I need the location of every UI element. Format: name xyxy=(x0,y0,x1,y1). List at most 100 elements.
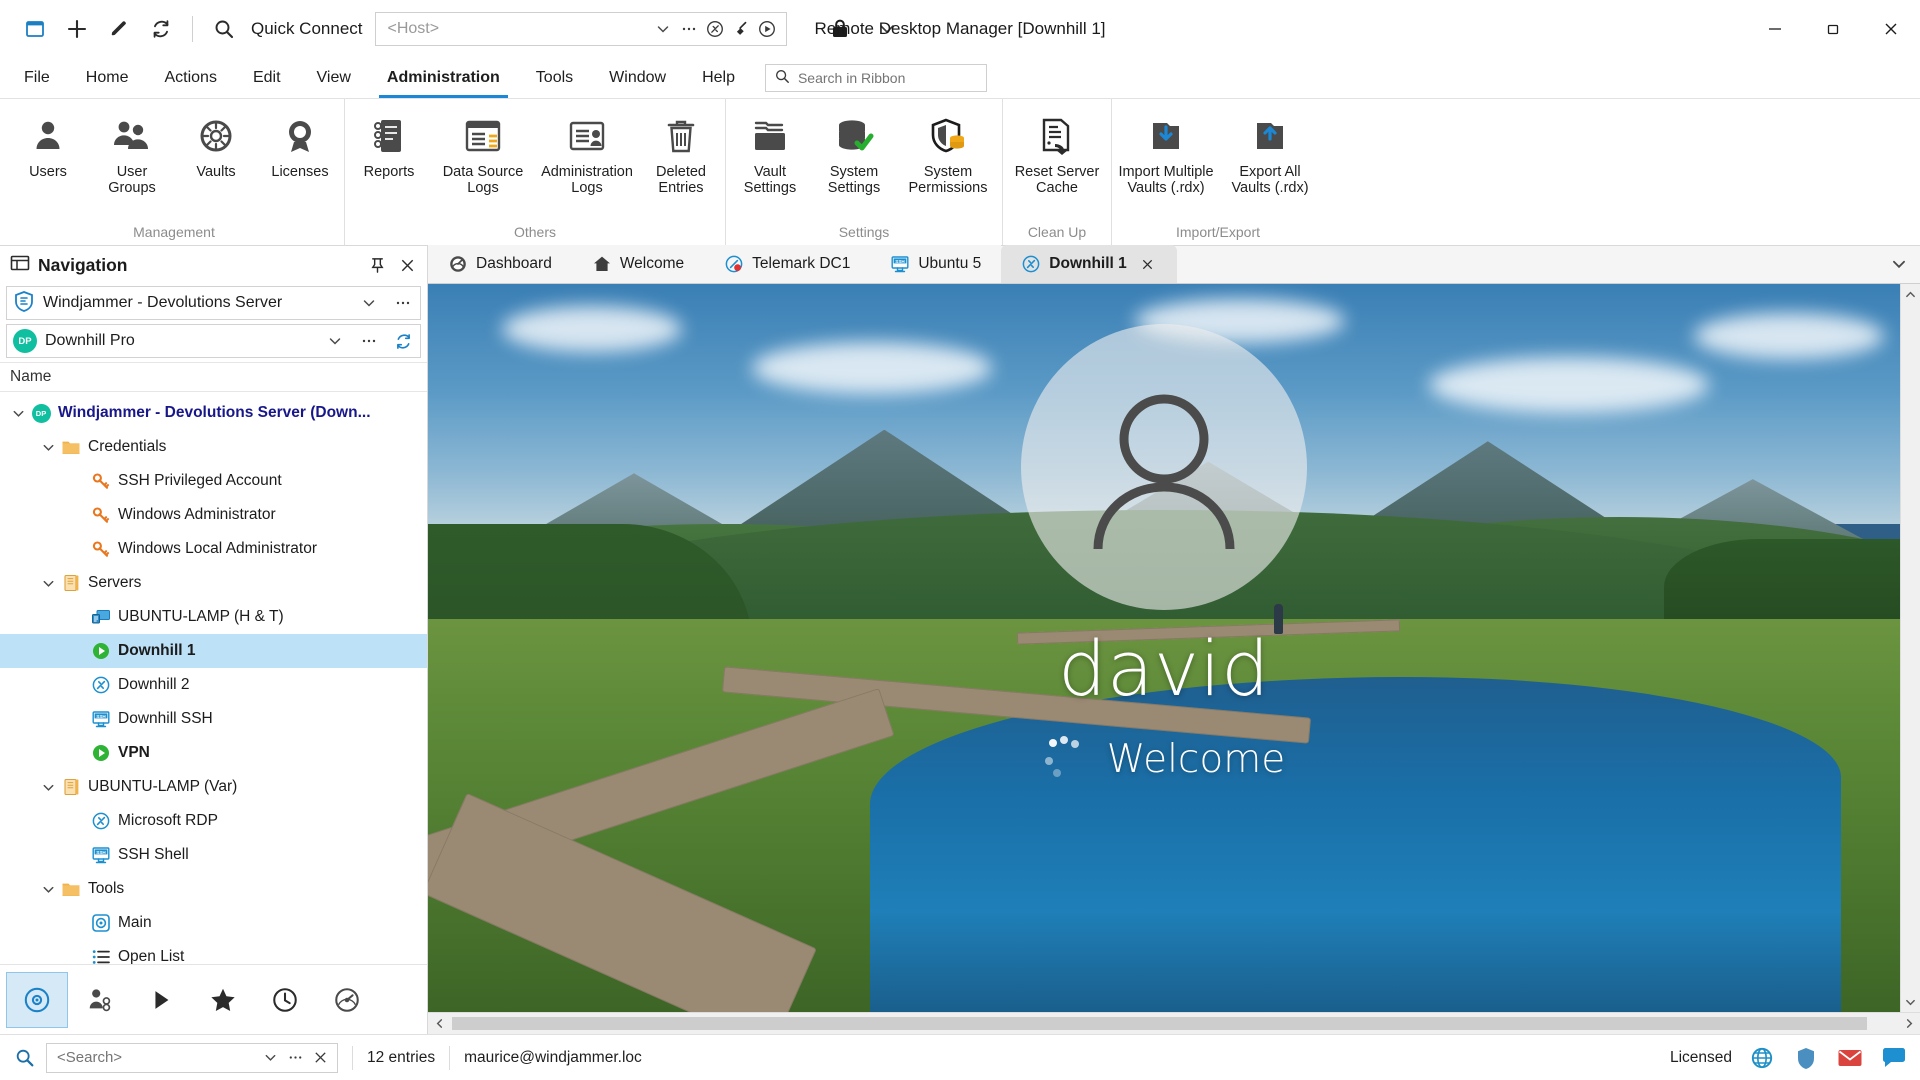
search-icon[interactable] xyxy=(203,8,245,50)
horizontal-scrollbar[interactable] xyxy=(428,1012,1920,1034)
ribbon-button-administration-logs[interactable]: Administration Logs xyxy=(535,107,639,199)
new-entry-icon[interactable] xyxy=(14,8,56,50)
ribbon-button-vaults[interactable]: Vaults xyxy=(174,107,258,199)
clear-search-icon[interactable] xyxy=(308,1045,333,1071)
tree-item[interactable]: UBUNTU-LAMP (Var) xyxy=(0,770,427,804)
vertical-scrollbar[interactable] xyxy=(1900,284,1920,1012)
navigation-view-icon[interactable] xyxy=(6,971,68,1028)
vpn-icon[interactable] xyxy=(702,16,728,42)
tab-file[interactable]: File xyxy=(6,58,68,98)
chevron-down-icon[interactable] xyxy=(38,879,58,899)
chevron-down-icon[interactable] xyxy=(38,573,58,593)
chevron-down-icon[interactable] xyxy=(8,403,28,423)
ribbon-search-box[interactable] xyxy=(764,64,987,92)
tab-overflow-chevron-down-icon[interactable] xyxy=(1878,245,1920,283)
play-icon[interactable] xyxy=(130,972,192,1028)
session-tab[interactable]: Telemark DC1 xyxy=(704,245,871,283)
vault-users-icon[interactable] xyxy=(68,972,130,1028)
chevron-down-icon[interactable] xyxy=(650,16,676,42)
tree-item[interactable]: Downhill 1 xyxy=(0,634,427,668)
ellipsis-icon[interactable] xyxy=(283,1045,308,1071)
mail-icon[interactable] xyxy=(1836,1044,1864,1072)
status-search-box[interactable] xyxy=(46,1042,338,1073)
session-tab[interactable]: Welcome xyxy=(571,245,705,283)
scroll-right-button[interactable] xyxy=(1898,1013,1920,1034)
tab-actions[interactable]: Actions xyxy=(146,58,234,98)
ribbon-search-input[interactable] xyxy=(795,69,978,87)
tree-item[interactable]: Downhill 2 xyxy=(0,668,427,702)
tree-item[interactable]: SSH SSH Shell xyxy=(0,838,427,872)
minimize-button[interactable] xyxy=(1746,0,1804,58)
play-icon[interactable] xyxy=(754,16,780,42)
session-tab[interactable]: Downhill 1 xyxy=(1001,245,1177,283)
navigation-tree[interactable]: DP Windjammer - Devolutions Server (Down.… xyxy=(0,392,427,964)
session-tab[interactable]: SSH Ubuntu 5 xyxy=(870,245,1002,283)
ribbon-button-users[interactable]: Users xyxy=(6,107,90,199)
restore-button[interactable] xyxy=(1804,0,1862,58)
tab-tools[interactable]: Tools xyxy=(518,58,591,98)
tree-item[interactable]: Open List xyxy=(0,940,427,964)
recent-history-icon[interactable] xyxy=(254,972,316,1028)
ribbon-button-licenses[interactable]: Licenses xyxy=(258,107,342,199)
plus-icon[interactable] xyxy=(56,8,98,50)
ribbon-button-export-all-vaults[interactable]: Export All Vaults (.rdx) xyxy=(1218,107,1322,199)
tree-item[interactable]: Main xyxy=(0,906,427,940)
tree-item[interactable]: Credentials xyxy=(0,430,427,464)
scroll-track[interactable] xyxy=(1901,304,1920,992)
chevron-down-icon[interactable] xyxy=(38,777,58,797)
tree-item[interactable]: Servers xyxy=(0,566,427,600)
chat-icon[interactable] xyxy=(1880,1044,1908,1072)
chevron-down-icon[interactable] xyxy=(877,19,897,39)
session-tab[interactable]: Dashboard xyxy=(428,245,572,283)
close-icon[interactable] xyxy=(1139,255,1157,273)
search-input[interactable] xyxy=(55,1048,258,1067)
tree-item[interactable]: Windows Local Administrator xyxy=(0,532,427,566)
ribbon-button-import-multiple-vaults[interactable]: Import Multiple Vaults (.rdx) xyxy=(1114,107,1218,199)
tree-item[interactable]: Microsoft RDP xyxy=(0,804,427,838)
tab-help[interactable]: Help xyxy=(684,58,753,98)
tab-home[interactable]: Home xyxy=(68,58,147,98)
chevron-down-icon[interactable] xyxy=(258,1045,283,1071)
search-icon[interactable] xyxy=(12,1045,38,1071)
tab-edit[interactable]: Edit xyxy=(235,58,299,98)
scroll-thumb[interactable] xyxy=(452,1017,1868,1030)
lock-icon[interactable] xyxy=(829,17,851,41)
scroll-down-button[interactable] xyxy=(1901,992,1920,1012)
ribbon-button-vault-settings[interactable]: Vault Settings xyxy=(728,107,812,199)
tab-window[interactable]: Window xyxy=(591,58,684,98)
pencil-icon[interactable] xyxy=(98,8,140,50)
ribbon-button-reports[interactable]: Reports xyxy=(347,107,431,199)
scroll-left-button[interactable] xyxy=(428,1013,450,1034)
favorites-star-icon[interactable] xyxy=(192,972,254,1028)
tree-item[interactable]: SSH Privileged Account xyxy=(0,464,427,498)
data-source-selector[interactable]: Windjammer - Devolutions Server xyxy=(6,286,421,320)
shield-icon[interactable] xyxy=(1792,1044,1820,1072)
chevron-down-icon[interactable] xyxy=(38,437,58,457)
ribbon-button-system-settings[interactable]: System Settings xyxy=(812,107,896,199)
ribbon-button-user-groups[interactable]: User Groups xyxy=(90,107,174,199)
tab-view[interactable]: View xyxy=(299,58,369,98)
ribbon-button-reset-server-cache[interactable]: Reset Server Cache xyxy=(1005,107,1109,199)
tree-item[interactable]: SSH Downhill SSH xyxy=(0,702,427,736)
tab-administration[interactable]: Administration xyxy=(369,58,518,98)
tree-item[interactable]: Windows Administrator xyxy=(0,498,427,532)
close-button[interactable] xyxy=(1862,0,1920,58)
dashboard-gauge-icon[interactable] xyxy=(316,972,378,1028)
tree-item[interactable]: UBUNTU-LAMP (H & T) xyxy=(0,600,427,634)
tree-item[interactable]: DP Windjammer - Devolutions Server (Down.… xyxy=(0,396,427,430)
ellipsis-icon[interactable] xyxy=(676,16,702,42)
vault-selector[interactable]: DP Downhill Pro xyxy=(6,324,421,358)
refresh-icon[interactable] xyxy=(390,328,416,354)
close-icon[interactable] xyxy=(395,253,419,277)
ribbon-button-deleted-entries[interactable]: Deleted Entries xyxy=(639,107,723,199)
scroll-track[interactable] xyxy=(450,1013,1898,1034)
scroll-up-button[interactable] xyxy=(1901,284,1920,304)
chevron-down-icon[interactable] xyxy=(356,290,382,316)
tree-item[interactable]: VPN xyxy=(0,736,427,770)
ellipsis-icon[interactable] xyxy=(390,290,416,316)
tree-item[interactable]: Tools xyxy=(0,872,427,906)
ellipsis-icon[interactable] xyxy=(356,328,382,354)
refresh-icon[interactable] xyxy=(140,8,182,50)
globe-icon[interactable] xyxy=(1748,1044,1776,1072)
remote-session-canvas[interactable]: david Welcome xyxy=(428,284,1900,1012)
